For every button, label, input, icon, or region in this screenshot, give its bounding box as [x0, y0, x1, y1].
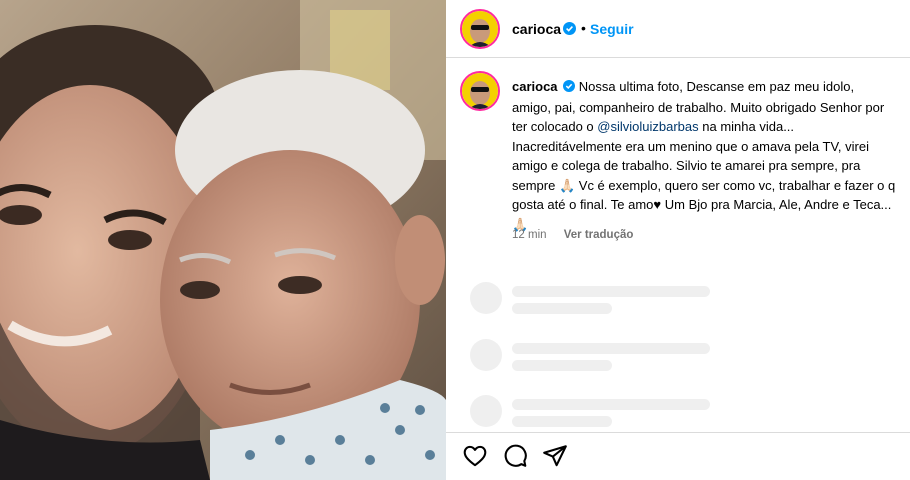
pray-emoji: 🙏🏻 [558, 177, 576, 193]
follow-button[interactable]: Seguir [590, 21, 634, 37]
post-caption: carioca Nossa ultima foto, Descanse em p… [512, 77, 896, 234]
author-username[interactable]: carioca [512, 21, 561, 37]
post-header: carioca • Seguir [446, 0, 910, 58]
skeleton-line [512, 343, 710, 354]
post-side-panel: carioca • Seguir carioca Nossa ultima fo… [446, 0, 910, 480]
verified-badge-icon [563, 78, 576, 98]
skeleton-line [512, 360, 612, 371]
skeleton-avatar [470, 282, 502, 314]
verified-badge-icon [563, 22, 576, 35]
caption-meta: 12 min Ver tradução [512, 229, 633, 241]
skeleton-line [512, 399, 710, 410]
caption-avatar[interactable] [460, 71, 500, 111]
share-icon[interactable] [542, 443, 568, 469]
skeleton-avatar [470, 395, 502, 427]
caption-username[interactable]: carioca [512, 79, 558, 94]
skeleton-line [512, 416, 612, 427]
skeleton-line [512, 303, 612, 314]
comment-icon[interactable] [502, 443, 528, 469]
post-timestamp[interactable]: 12 min [512, 229, 547, 241]
see-translation-link[interactable]: Ver tradução [564, 229, 634, 241]
post-action-bar [446, 432, 910, 480]
caption-mention-link[interactable]: @silvioluizbarbas [597, 119, 698, 134]
post-photo[interactable] [0, 0, 446, 480]
post-photo-image [0, 0, 446, 480]
skeleton-avatar [470, 339, 502, 371]
header-separator: • [581, 20, 586, 36]
author-avatar[interactable] [460, 9, 500, 49]
skeleton-line [512, 286, 710, 297]
heart-icon[interactable] [462, 443, 488, 469]
